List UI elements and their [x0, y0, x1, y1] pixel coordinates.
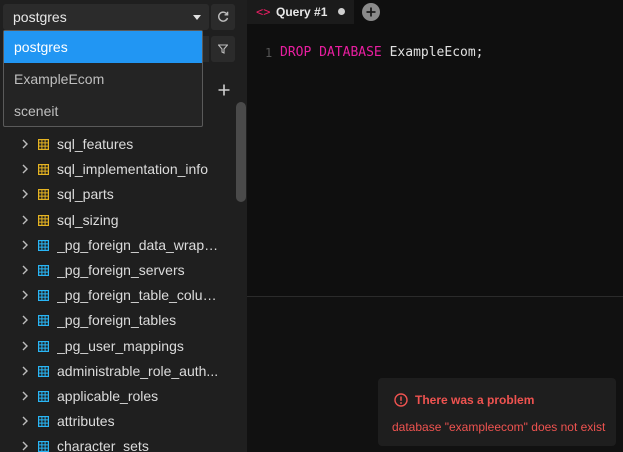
table-name: sql_implementation_info	[57, 161, 208, 178]
table-row[interactable]: sql_parts	[0, 182, 234, 207]
error-toast[interactable]: There was a problem database "exampleeco…	[378, 378, 616, 446]
plus-icon	[218, 84, 230, 96]
dropdown-option-exampleecom[interactable]: ExampleEcom	[4, 63, 202, 95]
table-row[interactable]: _pg_foreign_servers	[0, 258, 234, 283]
unsaved-dot-icon[interactable]	[338, 8, 345, 15]
refresh-icon	[218, 11, 229, 22]
sql-identifier: ExampleEcom;	[381, 45, 484, 60]
table-row[interactable]: administrable_role_auth...	[0, 359, 234, 384]
tab-query-1[interactable]: <> Query #1	[247, 0, 354, 24]
chevron-right-icon[interactable]	[20, 314, 30, 326]
table-icon	[38, 290, 49, 302]
table-name: _pg_foreign_table_colum...	[57, 287, 222, 304]
dropdown-option-postgres[interactable]: postgres	[4, 31, 202, 63]
add-table-button[interactable]	[214, 80, 234, 100]
table-name: administrable_role_auth...	[57, 362, 219, 379]
table-name: _pg_foreign_tables	[57, 312, 177, 329]
table-icon	[38, 416, 49, 428]
chevron-right-icon[interactable]	[20, 289, 30, 301]
table-icon	[38, 390, 49, 402]
table-icon	[38, 340, 49, 352]
tab-bar: <> Query #1	[247, 0, 623, 24]
table-icon	[38, 365, 49, 377]
table-name: character_sets	[57, 438, 149, 452]
table-name: _pg_foreign_data_wrapp...	[57, 236, 222, 253]
table-name: sql_parts	[57, 186, 114, 203]
database-dropdown: postgres ExampleEcom sceneit	[3, 30, 203, 127]
table-name: applicable_roles	[57, 387, 159, 404]
plus-circle-icon	[366, 7, 376, 17]
toast-title: There was a problem	[415, 393, 535, 407]
dropdown-option-sceneit[interactable]: sceneit	[4, 95, 202, 127]
database-select[interactable]: postgres	[3, 4, 209, 30]
chevron-right-icon[interactable]	[20, 163, 30, 175]
table-row[interactable]: applicable_roles	[0, 384, 234, 409]
filter-button[interactable]	[211, 36, 235, 62]
table-icon	[38, 214, 49, 226]
filter-icon	[218, 44, 228, 54]
query-editor[interactable]: 1 DROP DATABASE ExampleEcom;	[247, 24, 623, 296]
chevron-right-icon[interactable]	[20, 415, 30, 427]
table-name: attributes	[57, 413, 115, 430]
chevron-right-icon[interactable]	[20, 440, 30, 452]
chevron-right-icon[interactable]	[20, 264, 30, 276]
table-icon	[38, 441, 49, 452]
chevron-right-icon[interactable]	[20, 340, 30, 352]
table-row[interactable]: _pg_foreign_table_colum...	[0, 283, 234, 308]
table-row[interactable]: sql_features	[0, 132, 234, 157]
table-icon	[38, 239, 49, 251]
table-name: sql_features	[57, 136, 134, 152]
table-icon	[38, 315, 49, 327]
table-name: sql_sizing	[57, 211, 119, 228]
tab-label: Query #1	[276, 5, 328, 19]
chevron-right-icon[interactable]	[20, 390, 30, 402]
sql-keyword-database: DATABASE	[319, 45, 382, 60]
table-name: _pg_user_mappings	[57, 337, 184, 354]
table-row[interactable]: sql_sizing	[0, 208, 234, 233]
table-row[interactable]: character_sets	[0, 434, 234, 452]
table-icon	[38, 139, 49, 150]
table-icon	[38, 189, 49, 201]
code-line[interactable]: DROP DATABASE ExampleEcom;	[280, 45, 484, 60]
error-icon	[394, 393, 408, 407]
new-tab-button[interactable]	[362, 3, 380, 21]
sidebar-scrollbar-thumb[interactable]	[236, 102, 246, 202]
table-row[interactable]: sql_implementation_info	[0, 157, 234, 182]
table-name: _pg_foreign_servers	[57, 261, 185, 278]
chevron-right-icon[interactable]	[20, 214, 30, 226]
code-icon: <>	[256, 5, 271, 19]
sql-keyword-drop: DROP	[280, 45, 312, 60]
table-row[interactable]: attributes	[0, 409, 234, 434]
chevron-right-icon[interactable]	[20, 365, 30, 377]
caret-down-icon	[193, 15, 201, 20]
table-row[interactable]: _pg_foreign_data_wrapp...	[0, 233, 234, 258]
chevron-right-icon[interactable]	[20, 239, 30, 251]
table-tree: sql_features sql_implementation_info sql_p…	[0, 132, 234, 452]
toast-message: database "exampleecom" does not exist	[392, 420, 606, 434]
chevron-right-icon[interactable]	[20, 138, 30, 150]
database-select-value: postgres	[13, 9, 67, 25]
table-icon	[38, 164, 49, 176]
table-icon	[38, 264, 49, 276]
table-row[interactable]: _pg_foreign_tables	[0, 308, 234, 333]
refresh-button[interactable]	[211, 4, 235, 30]
chevron-right-icon[interactable]	[20, 188, 30, 200]
table-row[interactable]: _pg_user_mappings	[0, 334, 234, 359]
line-number: 1	[265, 46, 273, 60]
